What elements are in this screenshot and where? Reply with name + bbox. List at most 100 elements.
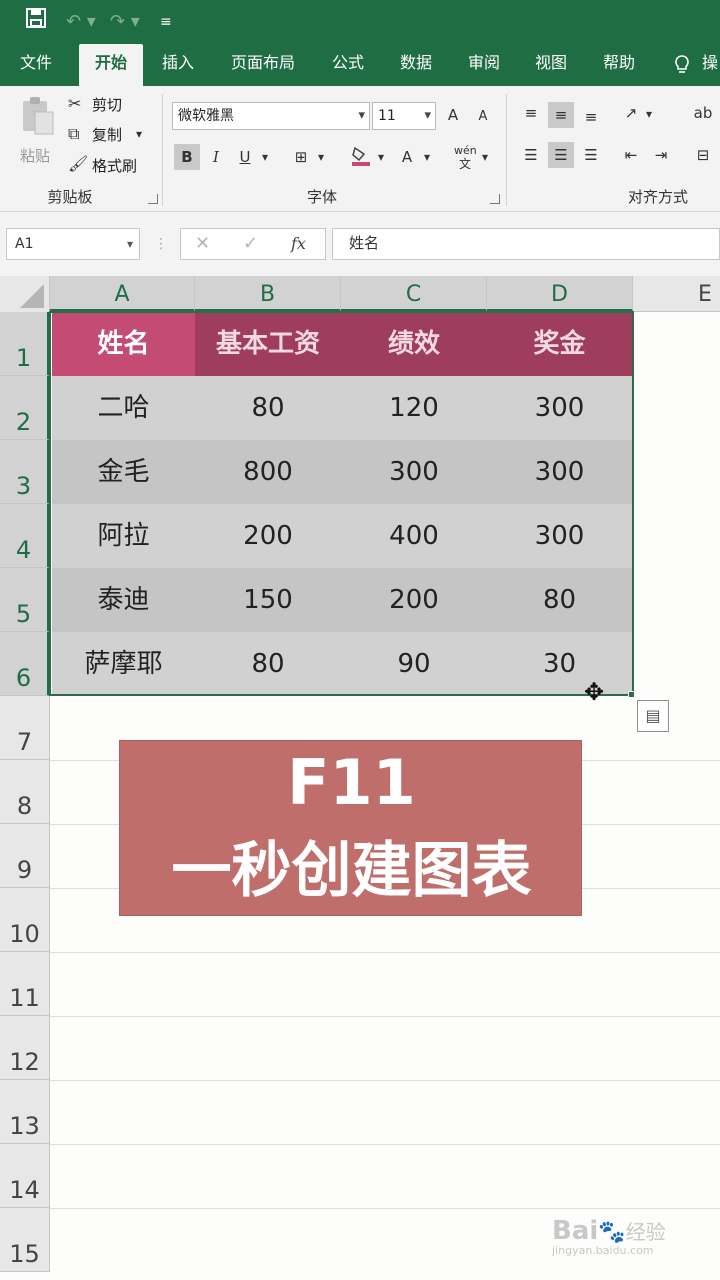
chevron-down-icon[interactable]: ▾ <box>646 104 652 124</box>
redo-icon[interactable]: ↷ ▾ <box>110 8 140 36</box>
paste-button[interactable]: 粘贴 <box>16 94 60 172</box>
row-header[interactable]: 3 <box>0 440 50 504</box>
phonetic-sub-label: 文 <box>459 157 472 171</box>
tab-view[interactable]: 视图 <box>525 44 577 86</box>
row-header[interactable]: 1 <box>0 312 50 376</box>
fill-color-icon[interactable] <box>348 144 374 170</box>
tab-tell-me[interactable]: 操 <box>702 44 720 86</box>
font-size-value: 11 <box>378 108 396 124</box>
formula-bar-grip-icon: ⋮ <box>154 236 168 252</box>
paw-icon: 🐾 <box>598 1220 626 1245</box>
bold-button[interactable]: B <box>174 144 200 170</box>
group-divider <box>162 94 163 206</box>
lightbulb-icon[interactable] <box>672 44 692 86</box>
clipboard-group-label: 剪贴板 <box>47 188 93 206</box>
chevron-down-icon[interactable]: ▾ <box>262 147 268 167</box>
customize-quick-access-icon[interactable]: ≡ <box>160 8 172 36</box>
font-size-dropdown[interactable]: 11 ▾ <box>372 102 436 130</box>
banner-subtitle: 一秒创建图表 <box>171 836 532 906</box>
tab-data[interactable]: 数据 <box>390 44 442 86</box>
selection-border <box>49 311 634 696</box>
column-header-d[interactable]: D <box>487 276 633 312</box>
quick-analysis-icon[interactable]: ▤ <box>637 700 669 732</box>
scissors-icon: ✂ <box>68 94 82 113</box>
title-banner: F11 一秒创建图表 <box>119 740 582 916</box>
format-painter-button[interactable]: 格式刷 <box>92 156 137 176</box>
copy-button[interactable]: 复制 <box>92 125 122 145</box>
cut-button[interactable]: 剪切 <box>92 95 122 115</box>
shrink-font-button[interactable]: A <box>470 104 496 130</box>
chevron-down-icon[interactable]: ▾ <box>136 124 142 144</box>
row-header[interactable]: 6 <box>0 632 50 696</box>
enter-icon[interactable]: ✓ <box>243 231 258 257</box>
chevron-down-icon[interactable]: ▾ <box>424 147 430 167</box>
tab-home[interactable]: 开始 <box>79 44 143 86</box>
grid-line <box>50 1080 720 1081</box>
column-header-b[interactable]: B <box>195 276 341 312</box>
baidu-watermark: Bai🐾经验 jingyan.baidu.com <box>552 1216 666 1257</box>
font-color-button[interactable]: A <box>394 144 420 170</box>
row-header[interactable]: 9 <box>0 824 50 888</box>
row-header[interactable]: 8 <box>0 760 50 824</box>
clipboard-launcher-icon[interactable] <box>148 194 158 204</box>
grow-font-button[interactable]: A <box>440 102 466 128</box>
italic-button[interactable]: I <box>203 144 229 170</box>
row-header[interactable]: 12 <box>0 1016 50 1080</box>
tab-insert[interactable]: 插入 <box>152 44 204 86</box>
increase-indent-icon[interactable]: ⇥ <box>648 142 674 168</box>
row-header[interactable]: 4 <box>0 504 50 568</box>
chevron-down-icon[interactable]: ▾ <box>482 147 488 167</box>
column-header-a[interactable]: A <box>50 276 195 312</box>
name-box[interactable]: A1 ▾ <box>6 228 140 260</box>
cancel-icon[interactable]: ✕ <box>195 231 210 257</box>
merge-center-icon[interactable]: ⊟ <box>690 142 716 168</box>
underline-button[interactable]: U <box>232 144 258 170</box>
row-header[interactable]: 7 <box>0 696 50 760</box>
row-header[interactable]: 14 <box>0 1144 50 1208</box>
align-center-icon[interactable]: ☰ <box>548 142 574 168</box>
chevron-down-icon[interactable]: ▾ <box>378 147 384 167</box>
paste-icon <box>20 96 56 140</box>
align-middle-icon[interactable]: ≡ <box>548 102 574 128</box>
tab-help[interactable]: 帮助 <box>593 44 645 86</box>
wrap-text-button[interactable]: ab <box>690 100 716 126</box>
align-top-icon[interactable]: ≡ <box>518 100 544 126</box>
tab-review[interactable]: 审阅 <box>458 44 510 86</box>
name-box-value: A1 <box>15 236 34 252</box>
banner-shortcut: F11 <box>287 746 416 819</box>
row-header[interactable]: 11 <box>0 952 50 1016</box>
tab-formulas[interactable]: 公式 <box>322 44 374 86</box>
insert-function-icon[interactable]: fx <box>291 231 306 257</box>
tab-file[interactable]: 文件 <box>10 44 62 86</box>
align-right-icon[interactable]: ☰ <box>578 142 604 168</box>
grid-line <box>50 952 720 953</box>
decrease-indent-icon[interactable]: ⇤ <box>618 142 644 168</box>
save-icon[interactable] <box>26 8 46 37</box>
excel-window: ↶ ▾ ↷ ▾ ≡ 文件 开始 插入 页面布局 公式 数据 审阅 视图 帮助 操… <box>0 0 720 1280</box>
font-name-dropdown[interactable]: 微软雅黑 ▾ <box>172 102 370 130</box>
row-header[interactable]: 15 <box>0 1208 50 1272</box>
row-header[interactable]: 13 <box>0 1080 50 1144</box>
row-header[interactable]: 10 <box>0 888 50 952</box>
fill-handle[interactable] <box>628 691 635 698</box>
formula-buttons: ✕ ✓ fx <box>180 228 326 260</box>
align-bottom-icon[interactable]: ≡ <box>578 104 604 130</box>
chevron-down-icon: ▾ <box>358 108 365 123</box>
chevron-down-icon[interactable]: ▾ <box>318 147 324 167</box>
orientation-icon[interactable]: ↗ <box>618 100 644 126</box>
formula-input[interactable]: 姓名 <box>332 228 720 260</box>
select-all-icon <box>20 284 44 308</box>
grid-line <box>50 1208 720 1209</box>
font-group-label: 字体 <box>306 188 337 206</box>
column-header-c[interactable]: C <box>341 276 487 312</box>
font-launcher-icon[interactable] <box>490 194 500 204</box>
tab-page-layout[interactable]: 页面布局 <box>222 44 304 86</box>
column-header-e[interactable]: E <box>633 276 720 312</box>
row-header[interactable]: 2 <box>0 376 50 440</box>
borders-icon[interactable]: ⊞ <box>288 144 314 170</box>
undo-icon[interactable]: ↶ ▾ <box>66 8 96 36</box>
font-name-value: 微软雅黑 <box>178 108 234 124</box>
row-header[interactable]: 5 <box>0 568 50 632</box>
ribbon-home: 粘贴 ✂ 剪切 ⧉ 复制 ▾ 🖌 格式刷 剪贴板 微软雅黑 ▾ 11 ▾ A A… <box>0 86 720 212</box>
align-left-icon[interactable]: ☰ <box>518 142 544 168</box>
